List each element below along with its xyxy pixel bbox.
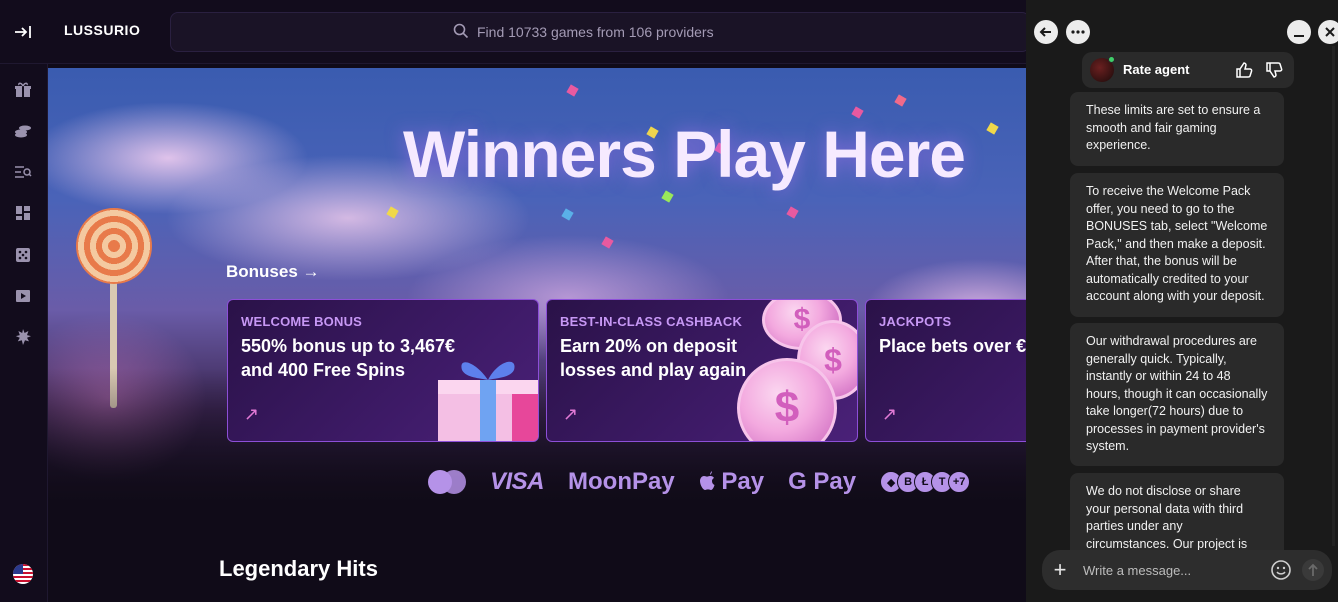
- top-bar: LUSSURIO: [0, 0, 1030, 64]
- back-arrow-icon[interactable]: [1034, 20, 1058, 44]
- card-text: Place bets over € win up to 866 K: [879, 336, 1026, 356]
- section-title-legendary-hits: Legendary Hits: [219, 556, 378, 581]
- chat-message: To receive the Welcome Pack offer, you n…: [1070, 173, 1284, 317]
- payment-methods: VISA MoonPay Pay G Pay ◆ B Ł T +7: [428, 468, 971, 496]
- search-bar[interactable]: [170, 12, 1030, 52]
- apple-icon: [699, 471, 715, 490]
- rate-agent-bar: Rate agent: [1082, 52, 1294, 88]
- search-list-icon[interactable]: [12, 161, 34, 183]
- moonpay-logo: MoonPay: [568, 468, 675, 495]
- confetti: [894, 94, 907, 107]
- thumbs-up-icon[interactable]: [1233, 59, 1255, 81]
- chat-message: Our withdrawal procedures are generally …: [1070, 323, 1284, 466]
- bonus-card-cashback[interactable]: BEST-IN-CLASS CASHBACK Earn 20% on depos…: [546, 299, 858, 442]
- gift-icon[interactable]: [12, 79, 34, 101]
- grid-icon[interactable]: [12, 202, 34, 224]
- crypto-more-badge: +7: [948, 471, 971, 493]
- chat-message: These limits are set to ensure a smooth …: [1070, 92, 1284, 166]
- online-status-dot: [1108, 56, 1115, 63]
- sidebar: [0, 64, 48, 602]
- support-chat-panel: Rate agent These limits are set to ensur…: [1026, 0, 1338, 602]
- message-input[interactable]: [1083, 560, 1263, 580]
- confetti: [386, 206, 399, 219]
- arrow-up-right-icon: ↗: [882, 404, 898, 424]
- burst-icon[interactable]: [12, 326, 34, 348]
- bonus-card-welcome[interactable]: WELCOME BONUS 550% bonus up to 3,467€ an…: [227, 299, 539, 442]
- confetti: [661, 190, 674, 203]
- emoji-icon[interactable]: [1270, 559, 1292, 581]
- add-attachment-icon[interactable]: +: [1048, 557, 1072, 582]
- more-options-icon[interactable]: [1066, 20, 1090, 44]
- confetti: [566, 84, 579, 97]
- app-root: LUSSURIO Find 10733 games from 106 provi…: [0, 0, 1338, 602]
- brand-logo[interactable]: LUSSURIO: [64, 22, 140, 38]
- arrow-up-right-icon: ↗: [563, 404, 579, 424]
- main-content: Winners Play Here Bonuses → WELCOME BONU…: [48, 64, 1026, 602]
- hero-title: Winners Play Here: [403, 117, 966, 191]
- search-input[interactable]: [477, 24, 747, 40]
- confetti: [561, 208, 574, 221]
- thumbs-down-icon[interactable]: [1263, 59, 1285, 81]
- confetti: [601, 236, 614, 249]
- bonuses-link[interactable]: Bonuses →: [226, 262, 320, 282]
- search-icon: [453, 23, 469, 42]
- us-flag-icon[interactable]: [13, 564, 33, 584]
- arrow-right-icon: →: [302, 262, 320, 281]
- card-text: Earn 20% on deposit losses and play agai…: [560, 336, 747, 380]
- sidebar-toggle-icon[interactable]: [12, 22, 34, 42]
- minimize-icon[interactable]: [1287, 20, 1311, 44]
- confetti: [986, 122, 999, 135]
- arrow-up-right-icon: ↗: [244, 404, 260, 424]
- visa-logo: VISA: [490, 468, 545, 495]
- lollipop-illustration: [76, 208, 152, 284]
- send-arrow-icon[interactable]: [1302, 559, 1324, 581]
- hero-banner: Winners Play Here: [48, 68, 1026, 518]
- confetti: [786, 206, 799, 219]
- chat-message: We do not disclose or share your persona…: [1070, 473, 1284, 553]
- crypto-logos: ◆ B Ł T +7: [880, 471, 971, 493]
- apple-pay-label: Pay: [721, 468, 765, 495]
- coins-icon[interactable]: [12, 120, 34, 142]
- card-tag: WELCOME BONUS: [241, 314, 363, 329]
- gift-box-illustration: [438, 361, 538, 441]
- play-icon[interactable]: [12, 285, 34, 307]
- bonuses-link-label: Bonuses: [226, 262, 298, 281]
- card-tag: JACKPOTS: [879, 314, 952, 329]
- dice-icon[interactable]: [12, 244, 34, 266]
- mastercard-logo: [428, 470, 466, 494]
- bonus-card-jackpots[interactable]: JACKPOTS Place bets over € win up to 866…: [865, 299, 1026, 442]
- google-pay-logo: G Pay: [788, 468, 857, 495]
- card-tag: BEST-IN-CLASS CASHBACK: [560, 314, 743, 329]
- close-icon[interactable]: [1318, 20, 1338, 44]
- chat-scrollbar[interactable]: [1332, 46, 1335, 546]
- apple-pay-logo: Pay: [699, 468, 764, 496]
- message-composer: +: [1042, 550, 1332, 590]
- card-text: 550% bonus up to 3,467€ and 400 Free Spi…: [241, 336, 456, 380]
- rate-agent-label: Rate agent: [1123, 62, 1190, 77]
